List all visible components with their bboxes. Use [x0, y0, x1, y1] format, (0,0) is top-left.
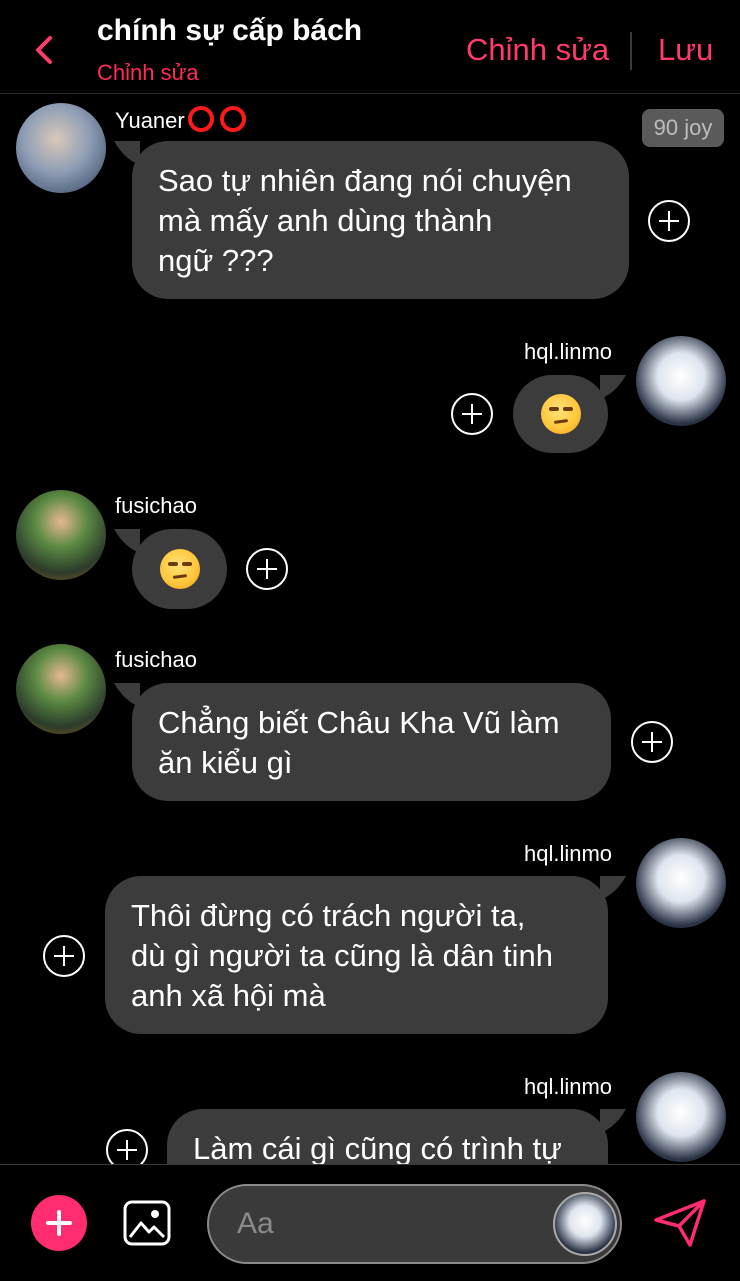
avatar[interactable] — [636, 838, 726, 928]
sender-name: hql.linmo — [524, 841, 613, 866]
message-text: Sao tự nhiên đang nói chuyện mà mấy anh … — [158, 163, 572, 278]
add-reaction-button[interactable] — [451, 393, 493, 435]
message-bubble[interactable]: Chẳng biết Châu Kha Vũ làm ăn kiểu gì — [132, 683, 611, 801]
add-reaction-button[interactable] — [631, 721, 673, 763]
send-icon[interactable] — [652, 1198, 708, 1248]
avatar[interactable] — [16, 490, 106, 580]
avatar[interactable] — [16, 103, 106, 193]
add-reaction-button[interactable] — [246, 548, 288, 590]
message-text: Chẳng biết Châu Kha Vũ làm ăn kiểu gì — [158, 705, 560, 780]
message-bubble[interactable] — [513, 375, 608, 453]
sender-name: hql.linmo — [524, 339, 613, 364]
message-input-field[interactable] — [207, 1184, 622, 1264]
add-reaction-button[interactable] — [106, 1129, 148, 1164]
chat-header: chính sự cấp bách Chỉnh sửa Chỉnh sửa Lư… — [0, 0, 740, 94]
message-text: Làm cái gì cũng có trình tự — [193, 1131, 562, 1164]
message-bubble[interactable]: Làm cái gì cũng có trình tự — [167, 1109, 608, 1164]
message-bubble[interactable] — [132, 529, 227, 609]
sticker-avatar-button[interactable] — [553, 1192, 617, 1256]
message-bubble[interactable]: Sao tự nhiên đang nói chuyện mà mấy anh … — [132, 141, 629, 299]
composer-bar — [0, 1164, 740, 1281]
header-divider — [630, 32, 632, 70]
message-bubble[interactable]: Thôi đừng có trách người ta, dù gì người… — [105, 876, 608, 1034]
plus-icon[interactable] — [31, 1195, 87, 1251]
avatar[interactable] — [636, 1072, 726, 1162]
add-reaction-button[interactable] — [648, 200, 690, 242]
image-icon[interactable] — [122, 1199, 172, 1247]
message-list[interactable]: Yuaner 90 joy Sao tự nhiên đang nói chuy… — [0, 95, 740, 1164]
joy-badge: 90 joy — [642, 109, 724, 147]
avatar[interactable] — [636, 336, 726, 426]
message-input[interactable] — [237, 1200, 537, 1248]
add-reaction-button[interactable] — [43, 935, 85, 977]
avatar[interactable] — [16, 644, 106, 734]
sender-name: hql.linmo — [524, 1074, 613, 1099]
chat-title: chính sự cấp bách — [97, 14, 363, 47]
save-button[interactable]: Lưu — [658, 32, 713, 68]
unamused-face-icon — [160, 549, 200, 589]
sender-name: Yuaner — [115, 105, 251, 134]
unamused-face-icon — [541, 394, 581, 434]
red-circles-icon — [187, 106, 246, 132]
message-text: Thôi đừng có trách người ta, dù gì người… — [131, 898, 553, 1013]
sender-name: fusichao — [115, 493, 197, 518]
chat-subtitle[interactable]: Chỉnh sửa — [97, 60, 199, 86]
edit-button[interactable]: Chỉnh sửa — [466, 32, 609, 68]
sender-name: fusichao — [115, 647, 197, 672]
back-chevron-icon[interactable] — [28, 30, 62, 70]
